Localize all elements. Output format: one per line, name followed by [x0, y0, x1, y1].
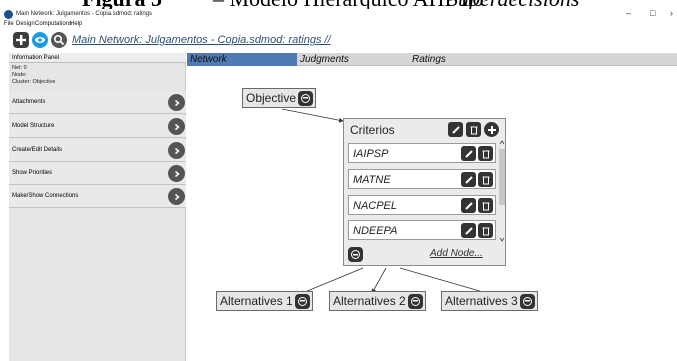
scroll-thumb[interactable]	[499, 149, 505, 205]
menu-help[interactable]: Help	[70, 20, 82, 28]
breadcrumb-main-network[interactable]: Main Network	[72, 34, 139, 46]
view-icon[interactable]	[32, 32, 48, 48]
node-label: IAIPSP	[353, 148, 389, 160]
edit-pencil-icon[interactable]	[461, 146, 476, 161]
maximize-button[interactable]: □	[650, 8, 655, 18]
node-label: NDEEPA	[353, 225, 398, 237]
menu-bar: File Design Computations Help	[0, 20, 677, 29]
trash-icon[interactable]	[478, 146, 493, 161]
close-button[interactable]: ›	[670, 8, 673, 18]
breadcrumb-view[interactable]: : ratings	[282, 34, 321, 46]
menu-design[interactable]: Design	[16, 20, 35, 28]
add-icon[interactable]	[13, 32, 29, 48]
expand-arrow-icon[interactable]	[168, 188, 185, 205]
alternative-label: Alternatives 3	[445, 294, 518, 308]
panel-row-label: Model Structure	[12, 123, 55, 129]
expand-arrow-icon[interactable]	[168, 142, 185, 159]
cluster-title: Criterios	[350, 123, 395, 137]
menu-file[interactable]: File	[4, 20, 14, 28]
caption-text: – Modelo Hierárquico AHP no	[213, 0, 483, 9]
caption-software-name: Superdecisions	[447, 0, 579, 9]
collapse-icon[interactable]	[294, 293, 310, 309]
toolbar: Main Network: Julgamentos - Copia.sdmod:…	[0, 30, 677, 51]
objective-label: Objective	[246, 91, 297, 105]
search-icon[interactable]	[51, 32, 67, 48]
expand-arrow-icon[interactable]	[168, 165, 185, 182]
alternative-cluster-3[interactable]: Alternatives 3	[441, 291, 538, 311]
information-panel: Information Panel Net: 0 Node: Cluster: …	[9, 53, 186, 361]
collapse-icon[interactable]	[519, 293, 535, 309]
tab-network[interactable]: Network	[187, 53, 297, 66]
net-info: Net: 0	[12, 65, 27, 71]
panel-header: Information Panel	[9, 53, 186, 63]
panel-row-label: Show Priorities	[12, 170, 53, 176]
expand-arrow-icon[interactable]	[168, 118, 185, 135]
edit-pencil-icon[interactable]	[461, 223, 476, 238]
scroll-up-icon	[499, 140, 505, 145]
node-info: Node:	[12, 72, 27, 78]
window-title: Main Network: Julgamentos - Copia.sdmod:…	[16, 11, 153, 17]
figure-label: Figura 5	[82, 0, 162, 9]
node-item[interactable]: MATNE	[348, 169, 496, 189]
scroll-down-icon	[499, 237, 505, 242]
view-tabs: Network Judgments Ratings	[187, 53, 677, 66]
edit-pencil-icon[interactable]	[461, 198, 476, 213]
panel-row-label: Attachments	[12, 99, 46, 105]
cluster-info: Cluster: Objective	[12, 79, 56, 85]
node-label: NACPEL	[353, 200, 398, 212]
alternative-label: Alternatives 1	[220, 294, 293, 308]
trash-icon[interactable]	[466, 122, 481, 137]
cluster-scrollbar[interactable]	[499, 139, 505, 243]
breadcrumb-file[interactable]: Julgamentos - Copia.sdmod	[145, 34, 282, 46]
panel-row-label: Make/Show Connections	[12, 193, 79, 199]
breadcrumb-end[interactable]: //	[321, 34, 331, 46]
add-node-link[interactable]: Add Node...	[430, 247, 483, 260]
node-label: MATNE	[353, 174, 391, 186]
collapse-icon[interactable]	[407, 293, 423, 309]
node-item[interactable]: NDEEPA	[348, 220, 496, 240]
expand-arrow-icon[interactable]	[168, 94, 185, 111]
app-icon	[4, 10, 13, 19]
collapse-icon[interactable]	[348, 247, 363, 262]
edit-pencil-icon[interactable]	[448, 122, 463, 137]
breadcrumb: Main Network: Julgamentos - Copia.sdmod:…	[72, 33, 331, 47]
alternative-cluster-1[interactable]: Alternatives 1	[216, 291, 313, 311]
trash-icon[interactable]	[478, 198, 493, 213]
collapse-icon[interactable]	[298, 90, 314, 106]
node-item[interactable]: IAIPSP	[348, 143, 496, 163]
alternative-label: Alternatives 2	[333, 294, 406, 308]
menu-computations[interactable]: Computations	[35, 20, 72, 28]
edit-pencil-icon[interactable]	[461, 172, 476, 187]
tab-ratings[interactable]: Ratings	[409, 53, 521, 66]
panel-row-create-edit-details[interactable]: Create/Edit Details	[9, 139, 186, 162]
criteria-cluster[interactable]: Criterios IAIPSP MATNE NACPEL NDEEPA Add…	[343, 118, 506, 266]
document-caption: Figura 5 – Modelo Hierárquico AHP no Sup…	[0, 0, 677, 9]
alternative-cluster-2[interactable]: Alternatives 2	[329, 291, 426, 311]
minimize-button[interactable]: –	[626, 8, 631, 18]
panel-row-make-show-connections[interactable]: Make/Show Connections	[9, 185, 186, 208]
title-bar: Main Network: Julgamentos - Copia.sdmod:…	[0, 8, 677, 20]
panel-row-show-priorities[interactable]: Show Priorities	[9, 162, 186, 185]
tab-judgments[interactable]: Judgments	[297, 53, 409, 66]
trash-icon[interactable]	[478, 223, 493, 238]
panel-row-label: Create/Edit Details	[12, 147, 63, 153]
panel-row-attachments[interactable]: Attachments	[9, 91, 186, 114]
add-node-plus-icon[interactable]	[484, 122, 499, 137]
node-item[interactable]: NACPEL	[348, 195, 496, 215]
trash-icon[interactable]	[478, 172, 493, 187]
objective-cluster[interactable]: Objective	[242, 88, 317, 108]
panel-row-model-structure[interactable]: Model Structure	[9, 115, 186, 138]
